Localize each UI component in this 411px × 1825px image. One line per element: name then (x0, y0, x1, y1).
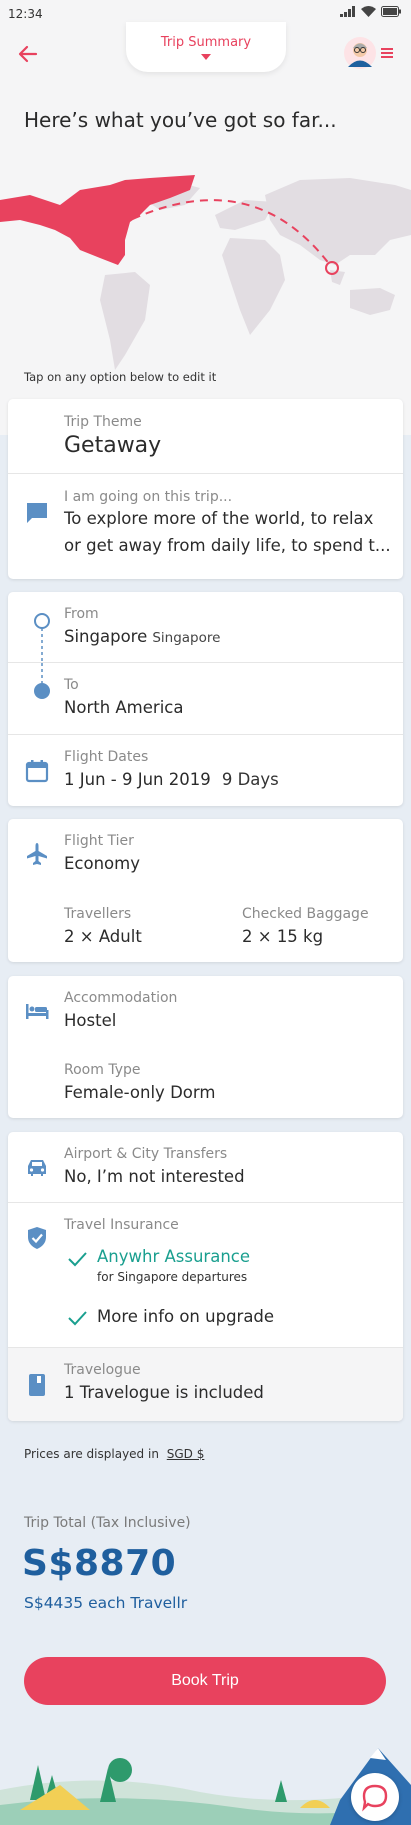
extras-card[interactable]: Airport & City Transfers No, I’m not int… (8, 1132, 403, 1421)
flight-tier-value: Economy (64, 854, 140, 873)
currency-link[interactable]: SGD $ (167, 1447, 205, 1461)
insurance-value: Anywhr Assurance (97, 1247, 251, 1266)
baggage-label: Checked Baggage (242, 906, 369, 922)
avatar (344, 37, 376, 69)
signal-icon (340, 6, 355, 17)
room-type-label: Room Type (64, 1062, 141, 1078)
landscape-illustration (0, 1748, 411, 1825)
trip-theme-label: Trip Theme (64, 414, 142, 430)
status-icons (340, 6, 401, 17)
comment-icon (27, 503, 47, 523)
trip-note-line-2: or get away from daily life, to spend t.… (64, 536, 391, 555)
insurance-row[interactable]: Travel Insurance Anywhr Assurance for Si… (8, 1203, 403, 1348)
trip-theme-card[interactable]: Trip Theme Getaway I am going on this tr… (8, 399, 403, 579)
flight-tier-label: Flight Tier (64, 833, 134, 849)
check-icon (68, 1311, 87, 1326)
flight-days-value: 9 Days (221, 770, 279, 789)
travelogue-value: 1 Travelogue is included (64, 1383, 264, 1402)
trip-summary-title: Trip Summary (160, 35, 252, 50)
accommodation-card[interactable]: Accommodation Hostel Room Type Female-on… (8, 976, 403, 1118)
transfers-label: Airport & City Transfers (64, 1146, 228, 1162)
travellers-block[interactable]: Travellers 2 × Adult (64, 906, 224, 946)
upgrade-info-link[interactable]: More info on upgrade (97, 1307, 274, 1326)
trip-theme-row[interactable]: Trip Theme Getaway (8, 399, 403, 474)
flight-dates-row[interactable]: Flight Dates 1 Jun - 9 Jun 2019 9 Days (8, 735, 403, 806)
trip-note-row[interactable]: I am going on this trip... To explore mo… (8, 474, 403, 578)
wifi-icon (361, 6, 376, 17)
from-row[interactable]: From Singapore Singapore (8, 592, 403, 663)
accommodation-row[interactable]: Accommodation Hostel Room Type Female-on… (8, 976, 403, 1118)
currency-note: Prices are displayed in SGD $ (24, 1447, 204, 1461)
caret-down-icon (201, 54, 211, 60)
back-arrow-icon (18, 45, 38, 63)
trip-note-line-1: To explore more of the world, to relax (64, 509, 374, 528)
trip-theme-value: Getaway (64, 433, 162, 458)
travelogue-row[interactable]: Travelogue 1 Travelogue is included (8, 1348, 403, 1421)
destination-dot-icon (34, 663, 50, 699)
page-headline: Here’s what you’ve got so far... (24, 108, 337, 132)
accommodation-label: Accommodation (64, 990, 178, 1006)
travellers-label: Travellers (64, 906, 132, 922)
to-row[interactable]: To North America (8, 663, 403, 735)
chat-bubble-icon (362, 1784, 388, 1812)
flight-dates-label: Flight Dates (64, 749, 149, 765)
flight-tier-row[interactable]: Flight Tier Economy Travellers 2 × Adult… (8, 819, 403, 962)
chat-button[interactable] (351, 1773, 399, 1821)
calendar-icon (25, 760, 49, 783)
accommodation-value: Hostel (64, 1011, 117, 1030)
profile-menu-button[interactable] (343, 36, 393, 72)
flight-dates-value: 1 Jun - 9 Jun 2019 (64, 770, 211, 789)
battery-icon (381, 6, 401, 17)
origin-circle-icon (34, 613, 50, 663)
room-type-value: Female-only Dorm (64, 1083, 216, 1102)
back-button[interactable] (14, 40, 42, 68)
from-sub-value: Singapore (152, 630, 221, 646)
trip-total-value: S$8870 (22, 1543, 177, 1584)
app-header: Trip Summary (0, 22, 411, 82)
route-map (0, 175, 411, 370)
insurance-sub: for Singapore departures (97, 1270, 248, 1284)
baggage-block[interactable]: Checked Baggage 2 × 15 kg (242, 906, 369, 946)
check-icon (68, 1252, 87, 1267)
book-icon (29, 1374, 45, 1396)
tap-hint: Tap on any option below to edit it (24, 370, 217, 384)
currency-note-text: Prices are displayed in (24, 1447, 159, 1461)
to-label: To (64, 677, 79, 693)
trip-note-label: I am going on this trip... (64, 489, 233, 505)
to-value: North America (64, 698, 184, 717)
transfers-row[interactable]: Airport & City Transfers No, I’m not int… (8, 1132, 403, 1203)
baggage-value: 2 × 15 kg (242, 927, 324, 946)
trip-summary-tab[interactable]: Trip Summary (126, 22, 286, 72)
status-time: 12:34 (8, 7, 43, 21)
route-card[interactable]: From Singapore Singapore To North Americ… (8, 592, 403, 806)
transfers-value: No, I’m not interested (64, 1167, 245, 1186)
trip-total-label: Trip Total (Tax Inclusive) (24, 1515, 191, 1531)
price-per-traveller: S$4435 each Travellr (24, 1594, 188, 1612)
north-america-shape (0, 175, 195, 265)
travelogue-label: Travelogue (64, 1362, 141, 1378)
bed-icon (26, 1004, 49, 1019)
travellers-value: 2 × Adult (64, 927, 142, 946)
from-label: From (64, 606, 99, 622)
airplane-icon (27, 843, 47, 865)
car-icon (28, 1160, 46, 1176)
from-value: Singapore (64, 627, 148, 646)
shield-check-icon (28, 1227, 46, 1249)
insurance-label: Travel Insurance (64, 1217, 179, 1233)
room-type-block[interactable]: Room Type Female-only Dorm (64, 1062, 391, 1102)
flight-card[interactable]: Flight Tier Economy Travellers 2 × Adult… (8, 819, 403, 962)
book-trip-button[interactable]: Book Trip (24, 1657, 386, 1705)
hamburger-icon (381, 48, 393, 58)
